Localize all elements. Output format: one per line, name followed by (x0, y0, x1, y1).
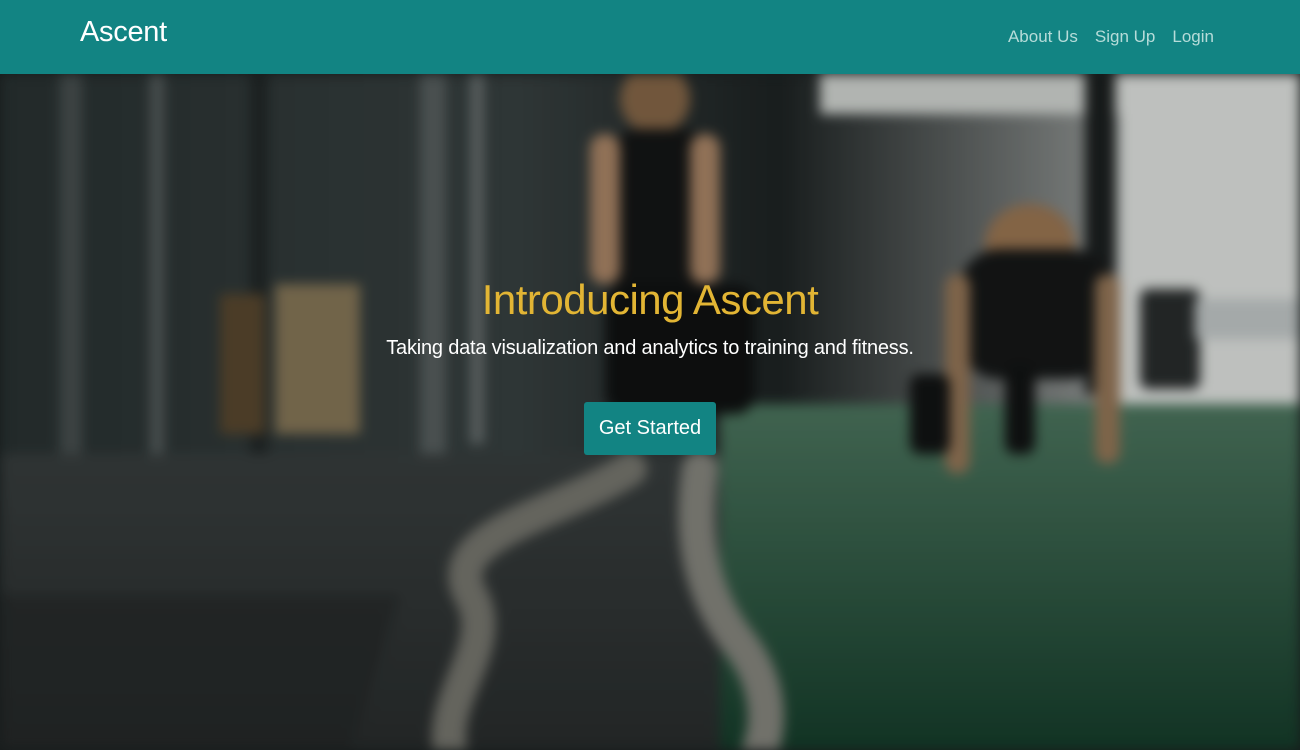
nav-links: About Us Sign Up Login (1008, 27, 1214, 47)
hero-subtitle: Taking data visualization and analytics … (386, 337, 914, 359)
nav-link-sign-up[interactable]: Sign Up (1095, 27, 1155, 47)
hero-title: Introducing Ascent (481, 276, 819, 323)
get-started-button[interactable]: Get Started (583, 402, 717, 455)
hero-content: Introducing Ascent Taking data visualiza… (0, 276, 1300, 455)
brand-logo[interactable]: Ascent (80, 16, 167, 49)
hero-section: Introducing Ascent Taking data visualiza… (0, 74, 1300, 750)
nav-link-login[interactable]: Login (1172, 27, 1214, 47)
top-navbar: Ascent About Us Sign Up Login (0, 0, 1300, 74)
nav-link-about-us[interactable]: About Us (1008, 27, 1078, 47)
